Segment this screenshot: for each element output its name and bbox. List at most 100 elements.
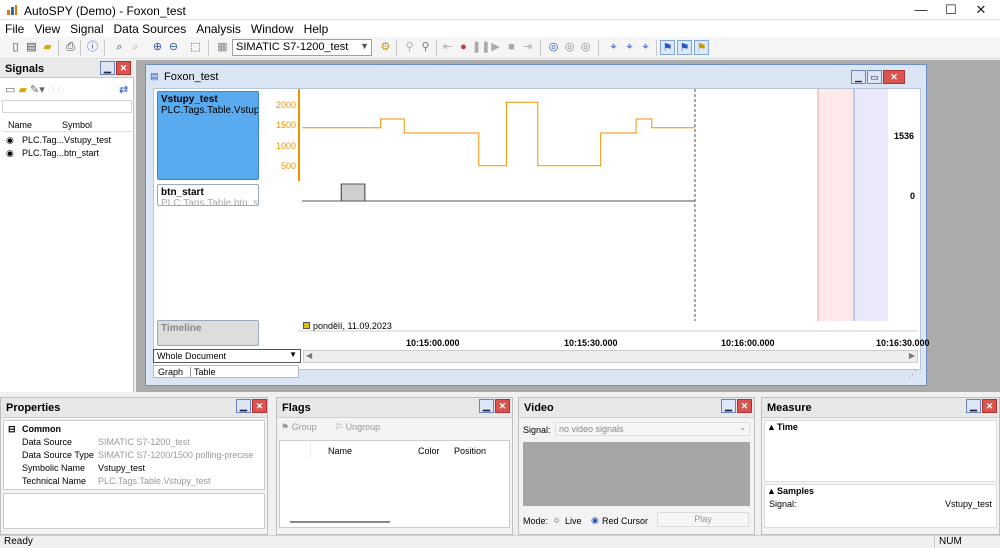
property-key: Data Source Type (22, 450, 94, 460)
table-row[interactable]: ◉ PLC.Tag... btn_start (2, 148, 132, 160)
view-tabs: Graph Table (153, 365, 299, 378)
col-symbol[interactable]: Symbol (62, 120, 92, 130)
play-button: Play (657, 512, 749, 527)
tab-table[interactable]: Table (190, 367, 216, 377)
menu-signal[interactable]: Signal (65, 20, 108, 36)
data-source-select[interactable]: SIMATIC S7-1200_test ▼ (232, 39, 372, 56)
col-color[interactable]: Color (418, 446, 440, 456)
stop-icon: ■ (508, 41, 515, 53)
zoom-page-icon[interactable]: ⌕ (112, 40, 127, 55)
horizontal-scrollbar-thumb[interactable] (290, 521, 390, 523)
menu-data-sources[interactable]: Data Sources (109, 20, 192, 36)
print-icon[interactable]: ⎙ (63, 40, 78, 55)
panel-minimize-button[interactable]: ▁ (721, 399, 736, 413)
panel-close-button[interactable]: ✕ (982, 399, 997, 413)
flag-up-icon[interactable]: ⚑ (660, 40, 675, 55)
property-group[interactable]: ⊟ Common (8, 423, 61, 435)
menu-file[interactable]: File (0, 20, 29, 36)
zoom-mode-select[interactable]: Whole Document ▼ (153, 349, 301, 363)
timeline-card[interactable]: Timeline (157, 320, 259, 346)
measure-time-section: ▲ Time (764, 420, 997, 482)
red-cursor-radio[interactable]: ◉ (591, 515, 599, 526)
eye-icon[interactable]: ◉ (6, 135, 14, 146)
menu-view[interactable]: View (29, 20, 65, 36)
signal-card-vstupy[interactable]: Vstupy_test PLC.Tags.Table.Vstupy_... (157, 91, 259, 180)
signal-card-name: btn_start (161, 187, 204, 198)
scroll-right-icon[interactable]: ▶ (909, 351, 915, 360)
panel-minimize-button[interactable]: ▁ (100, 61, 115, 75)
video-signal-select[interactable]: no video signals ⌄ (555, 422, 750, 436)
table-row[interactable]: ◉ PLC.Tag... Vstupy_test (2, 135, 132, 147)
zoom-out-icon[interactable]: ⊖ (166, 40, 181, 55)
signal-card-path: PLC.Tags.Table.Vstupy_... (161, 105, 259, 116)
flag-down-icon[interactable]: ⚑ (677, 40, 692, 55)
collapse-icon[interactable]: ⊟ (8, 424, 16, 434)
collapse-icon[interactable]: ▲ (767, 422, 776, 432)
property-grid: ⊟ Common Data Source SIMATIC S7-1200_test … (3, 420, 265, 490)
col-name[interactable]: Name (328, 446, 352, 456)
configure-icon[interactable]: ⚙ (378, 40, 393, 55)
mode-label: Mode: (523, 516, 549, 526)
binoculars-icon[interactable]: ◎ (546, 40, 561, 55)
folder-icon[interactable]: ▰ (18, 84, 26, 96)
info-icon[interactable]: ⓘ (85, 40, 100, 55)
add-signal-icon[interactable]: ▭ (5, 84, 15, 96)
panel-minimize-button[interactable]: ▁ (479, 399, 494, 413)
document-title: Foxon_test (164, 71, 219, 83)
panel-close-button[interactable]: ✕ (116, 61, 131, 75)
zoom-page-disabled-icon: ⌕ (132, 41, 139, 53)
measure-panel: Measure ▁ ✕ ▲ Time ▲ Samples Signal: Vstupy… (761, 397, 1000, 535)
y-axis-bar (298, 89, 300, 181)
panel-close-button[interactable]: ✕ (737, 399, 752, 413)
series-line-vstupy (302, 101, 695, 167)
new-file-icon[interactable]: ▯ (8, 40, 23, 55)
new-doc-icon[interactable]: ▤ (24, 40, 39, 55)
zoom-select-icon[interactable]: ⬚ (188, 40, 203, 55)
measure-signal-value: Vstupy_test (944, 499, 992, 509)
menu-analysis[interactable]: Analysis (191, 20, 246, 36)
col-position[interactable]: Position (454, 446, 486, 456)
zoom-in-icon[interactable]: ⊕ (150, 40, 165, 55)
live-radio[interactable]: ○ (554, 515, 559, 525)
panel-minimize-button[interactable]: ▁ (966, 399, 981, 413)
find-next-icon[interactable]: ◎ (578, 40, 593, 55)
tab-graph[interactable]: Graph (158, 367, 183, 377)
panel-minimize-button[interactable]: ▁ (236, 399, 251, 413)
status-bar: Ready NUM (0, 535, 1000, 548)
doc-minimize-button[interactable]: ▁ (851, 70, 866, 84)
horizontal-scrollbar[interactable]: ◀ ▶ (303, 350, 918, 363)
find-prev-icon[interactable]: ◎ (562, 40, 577, 55)
collapse-icon[interactable]: ▲ (767, 486, 776, 496)
filter-icon[interactable]: ✎▾ (30, 84, 45, 96)
graph-area[interactable]: Vstupy_test PLC.Tags.Table.Vstupy_... bt… (153, 88, 930, 370)
sync-icon[interactable]: ⇄ (119, 83, 128, 96)
signal-card-btn-start[interactable]: btn_start PLC.Tags.Table.btn_start (157, 184, 259, 206)
bottom-panels: Properties ▁ ✕ ⊟ Common Data Source SIMATIC… (0, 397, 1000, 535)
signals-filter-input[interactable] (2, 100, 132, 113)
menu-window[interactable]: Window (246, 20, 299, 36)
panel-close-button[interactable]: ✕ (252, 399, 267, 413)
cursor-icon[interactable]: ⌖ (606, 40, 621, 55)
toolbar-separator (104, 40, 105, 56)
property-value: Vstupy_test (98, 463, 146, 473)
signal-name: PLC.Tag... (22, 135, 65, 145)
cursor-region-icon[interactable]: ⌖ (638, 40, 653, 55)
cursor-measure-icon[interactable]: ⌖ (622, 40, 637, 55)
live-label: Live (565, 516, 582, 526)
record-icon[interactable]: ● (456, 40, 471, 55)
menu-help[interactable]: Help (299, 20, 334, 36)
scroll-left-icon[interactable]: ◀ (306, 351, 312, 360)
flags-group-button: ⚑ Group (281, 422, 317, 433)
eye-icon[interactable]: ◉ (6, 148, 14, 159)
resize-grip-icon[interactable]: ⋰ (908, 369, 917, 380)
flag-add-icon[interactable]: ⚑ (694, 40, 709, 55)
doc-restore-button[interactable]: ▭ (867, 70, 882, 84)
panel-close-button[interactable]: ✕ (495, 399, 510, 413)
open-folder-icon[interactable]: ▰ (40, 40, 55, 55)
video-preview (523, 442, 750, 506)
step-back-icon: ⇤ (442, 41, 453, 53)
col-name[interactable]: Name (8, 120, 32, 130)
doc-close-button[interactable]: ✕ (883, 70, 905, 84)
close-window-button[interactable]: ✕ (958, 0, 1000, 20)
disconnect-icon[interactable]: ⚲ (418, 40, 433, 55)
